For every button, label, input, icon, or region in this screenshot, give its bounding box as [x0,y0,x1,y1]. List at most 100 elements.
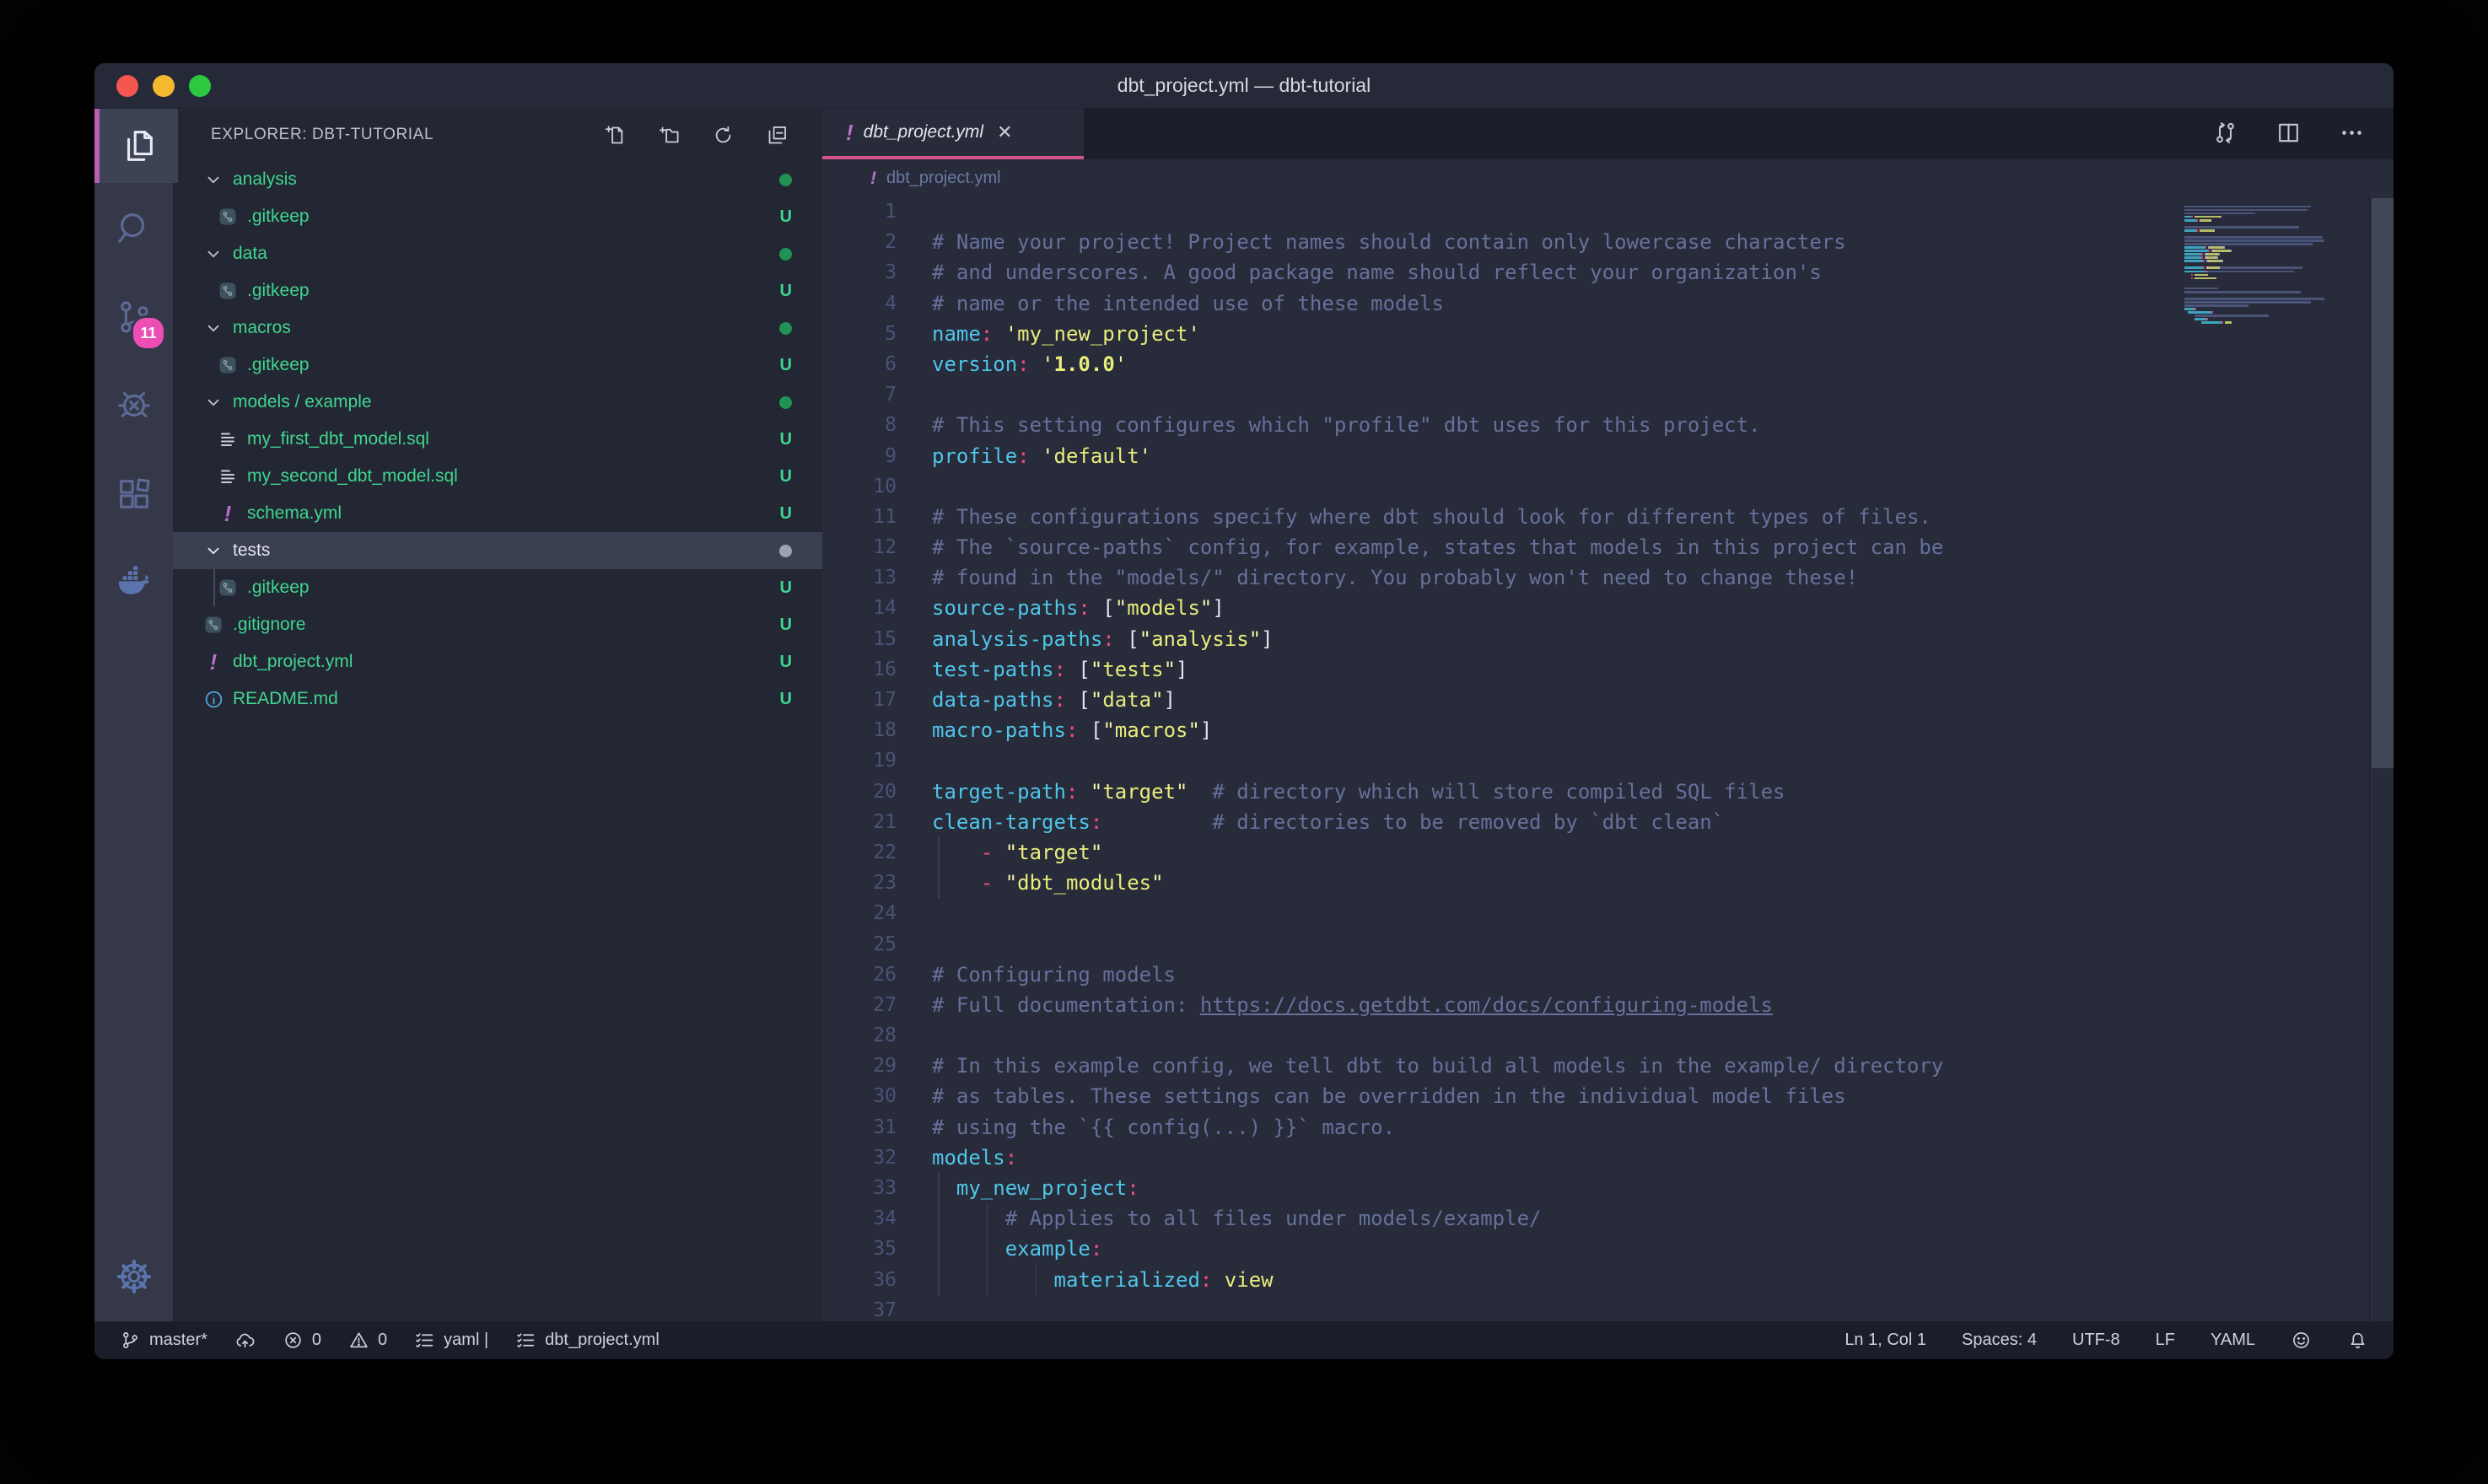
status-left-master[interactable]: master* [120,1330,207,1351]
open-changes-button[interactable] [2212,120,2238,146]
editor-actions [2212,109,2365,156]
explorer-header: EXPLORER: DBT-TUTORIAL [173,109,822,161]
tree-file-schema-yml[interactable]: !schema.ymlU [173,495,822,532]
activity-bar-item-docker[interactable] [94,544,173,618]
yaml-warning-icon: ! [217,503,239,524]
tree-file--gitkeep[interactable]: .gitkeepU [173,569,822,606]
status-left-yaml[interactable]: yaml | [414,1330,488,1351]
line-number: 37 [822,1295,897,1321]
title-bar: dbt_project.yml — dbt-tutorial [94,63,2394,109]
warning-triangle-icon [348,1330,369,1351]
status-right-spaces-4[interactable]: Spaces: 4 [1962,1331,2037,1350]
activity-bar-item-extensions[interactable] [94,457,173,531]
line-number: 16 [822,654,897,685]
split-editor-button[interactable] [2275,120,2302,146]
collapse-all-button[interactable] [766,124,789,147]
line-number: 28 [822,1020,897,1051]
vertical-scrollbar[interactable] [2372,198,2394,768]
line-number: 7 [822,379,897,410]
tree-folder-models-example[interactable]: models / example [173,384,822,421]
line-number: 32 [822,1143,897,1173]
code-editor[interactable]: 12# Name your project! Project names sho… [822,196,2394,1321]
status-left-0[interactable]: 0 [348,1330,387,1351]
activity-bar-item-search[interactable] [94,191,173,266]
chevron-down-icon[interactable] [202,393,224,411]
activity-bar-item-explorer[interactable] [94,109,178,183]
git-file-icon [217,578,239,598]
line-number: 20 [822,777,897,807]
line-number: 9 [822,441,897,471]
status-label: Spaces: 4 [1962,1331,2037,1350]
git-modified-dot [779,161,792,198]
code-line-8: 8 # This setting configures which "profil… [822,410,2394,440]
tree-folder-macros[interactable]: macros [173,309,822,347]
activity-bar-item-source-control[interactable]: 11 [94,280,173,354]
status-left-dbt-project-yml[interactable]: dbt_project.yml [515,1330,660,1351]
tree-file--gitkeep[interactable]: .gitkeepU [173,272,822,309]
tree-file-readme-md[interactable]: README.mdU [173,680,822,718]
vscode-window: dbt_project.yml — dbt-tutorial 11 EXPLOR… [94,63,2394,1359]
close-tab-icon[interactable]: ✕ [997,121,1012,143]
close-window-button[interactable] [116,75,138,97]
breadcrumb[interactable]: ! dbt_project.yml [822,159,2394,196]
tree-folder-analysis[interactable]: analysis [173,161,822,198]
status-right-yaml[interactable]: YAML [2211,1331,2255,1350]
git-untracked-badge: U [780,347,792,384]
code-line-13: 13# found in the "models/" directory. Yo… [822,562,2394,593]
checklist-icon [414,1330,435,1351]
tree-item-label: dbt_project.yml [233,652,822,672]
more-actions-button[interactable] [2339,120,2365,146]
bell-icon [2347,1330,2368,1351]
code-line-26: 26# Configuring models [822,960,2394,990]
tree-folder-data[interactable]: data [173,235,822,272]
code-line-35: 35 example: [822,1234,2394,1264]
activity-bar-item-debug[interactable] [94,367,173,441]
status-right-utf-8[interactable]: UTF-8 [2072,1331,2120,1350]
chevron-down-icon[interactable] [202,245,224,263]
activity-bar-item-settings[interactable] [94,1239,173,1314]
tree-file-dbt-project-yml[interactable]: !dbt_project.ymlU [173,643,822,680]
tree-file-my-second-dbt-model-sql[interactable]: my_second_dbt_model.sqlU [173,458,822,495]
status-left-0[interactable]: 0 [283,1330,321,1351]
git-file-icon [202,615,224,635]
tree-file--gitkeep[interactable]: .gitkeepU [173,347,822,384]
status-right-bell[interactable] [2347,1330,2368,1351]
line-number: 1 [822,196,897,227]
new-file-button[interactable] [604,124,627,147]
chevron-down-icon[interactable] [202,319,224,337]
status-right-ln-1-col-1[interactable]: Ln 1, Col 1 [1844,1331,1926,1350]
refresh-button[interactable] [712,124,735,147]
tab-dbt-project-yml[interactable]: ! dbt_project.yml ✕ [822,109,1084,159]
explorer-title: EXPLORER: DBT-TUTORIAL [211,126,604,144]
line-number: 31 [822,1112,897,1143]
status-right-lf[interactable]: LF [2156,1331,2175,1350]
status-left-cloud-upload[interactable] [234,1330,256,1351]
line-content: # and underscores. A good package name s… [932,257,1822,288]
tree-item-label: models / example [233,392,822,412]
chevron-down-icon[interactable] [202,541,224,560]
line-content: # Full documentation: https://docs.getdb… [932,990,1773,1020]
code-line-28: 28 [822,1020,2394,1051]
zoom-window-button[interactable] [189,75,211,97]
tree-file--gitignore[interactable]: .gitignoreU [173,606,822,643]
code-line-7: 7 [822,379,2394,410]
git-untracked-badge: U [780,198,792,235]
tree-file-my-first-dbt-model-sql[interactable]: my_first_dbt_model.sqlU [173,421,822,458]
line-content: # This setting configures which "profile… [932,410,1761,440]
status-right-smiley[interactable] [2291,1330,2312,1351]
code-line-20: 20target-path: "target" # directory whic… [822,777,2394,807]
tree-folder-tests[interactable]: tests [173,532,822,569]
minimap[interactable] [2184,202,2340,328]
git-untracked-badge: U [780,680,792,718]
line-number: 8 [822,410,897,440]
new-folder-button[interactable] [658,124,681,147]
sql-file-icon [217,466,239,487]
git-modified-dot [779,384,792,421]
tree-item-label: .gitkeep [247,281,822,301]
minimize-window-button[interactable] [153,75,175,97]
code-line-36: 36 materialized: view [822,1265,2394,1295]
workbench: 11 EXPLORER: DBT-TUTORIAL analysis.gitke… [94,109,2394,1321]
tree-file--gitkeep[interactable]: .gitkeepU [173,198,822,235]
code-line-24: 24 [822,898,2394,928]
chevron-down-icon[interactable] [202,170,224,189]
